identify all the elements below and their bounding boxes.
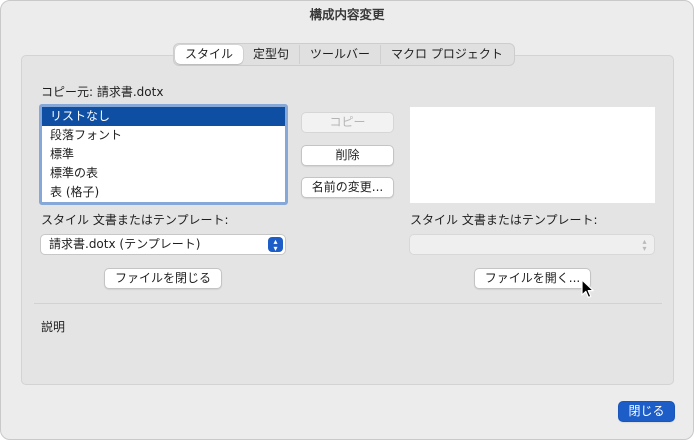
list-item[interactable]: 表 (格子): [42, 183, 285, 202]
description-label: 説明: [41, 320, 66, 334]
rename-button[interactable]: 名前の変更...: [301, 177, 394, 198]
window-title: 構成内容変更: [309, 7, 385, 22]
available-in-label-right: スタイル 文書またはテンプレート:: [410, 213, 598, 227]
divider: [34, 303, 662, 304]
organizer-dialog: 構成内容変更 スタイル 定型句 ツールバー マクロ プロジェクト コピー元: 請…: [0, 0, 694, 440]
tab-macro-project[interactable]: マクロ プロジェクト: [381, 45, 513, 64]
delete-button[interactable]: 削除: [301, 145, 394, 166]
copy-from-label: コピー元: 請求書.dotx: [41, 85, 164, 99]
available-in-value-left: 請求書.dotx (テンプレート): [49, 237, 201, 251]
open-file-button[interactable]: ファイルを開く...: [474, 268, 591, 289]
tab-toolbars[interactable]: ツールバー: [300, 45, 382, 64]
close-button[interactable]: 閉じる: [618, 401, 675, 422]
tab-styles[interactable]: スタイル: [175, 45, 244, 64]
available-in-select-left[interactable]: 請求書.dotx (テンプレート) ▴ ▾: [40, 234, 286, 255]
stepper-icon: ▴ ▾: [268, 237, 283, 252]
tab-autotext[interactable]: 定型句: [243, 45, 301, 64]
copy-button[interactable]: コピー: [301, 112, 394, 133]
tab-bar: スタイル 定型句 ツールバー マクロ プロジェクト: [173, 43, 515, 66]
list-item[interactable]: 標準: [42, 145, 285, 164]
list-item[interactable]: リストなし: [42, 107, 285, 126]
available-in-select-right[interactable]: ▴ ▾: [409, 234, 655, 255]
stepper-icon: ▴ ▾: [642, 236, 647, 253]
style-list[interactable]: リストなし 段落フォント 標準 標準の表 表 (格子): [39, 104, 288, 205]
available-in-label-left: スタイル 文書またはテンプレート:: [41, 213, 229, 227]
list-item[interactable]: 標準の表: [42, 164, 285, 183]
list-item[interactable]: 段落フォント: [42, 126, 285, 145]
style-preview: [410, 107, 655, 203]
close-file-button[interactable]: ファイルを閉じる: [104, 268, 222, 289]
mouse-pointer-icon: [581, 279, 594, 298]
